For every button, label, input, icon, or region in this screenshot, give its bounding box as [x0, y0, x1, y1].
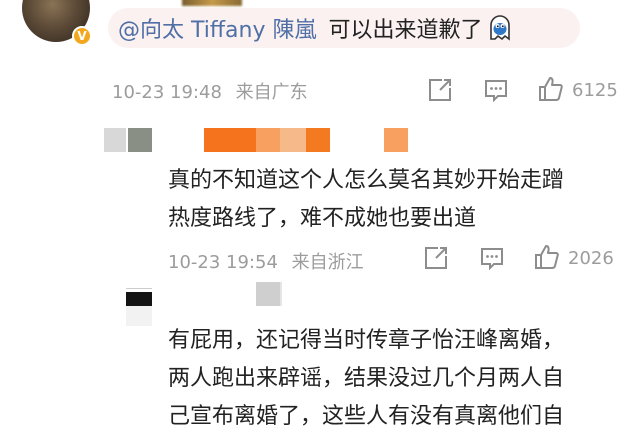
pixelated-username — [256, 128, 280, 152]
share-icon[interactable] — [424, 246, 450, 272]
verified-badge-icon: V — [72, 26, 92, 46]
comment-icon[interactable] — [480, 246, 506, 272]
pixelated-username — [280, 282, 282, 306]
comment-body: 有屁用，还记得当时传章子怡汪峰离婚， 两人跑出来辟谣，结果没过几个月两人自 己宣… — [168, 322, 628, 436]
pixelated-username — [182, 0, 242, 6]
timestamp: 10-23 19:48 — [112, 82, 222, 103]
comment-text: 可以出来道歉了 — [328, 18, 483, 43]
pixelated-username — [280, 128, 306, 152]
pixelated-avatar — [126, 292, 152, 306]
pixelated-username — [256, 282, 280, 306]
comment-line: 有屁用，还记得当时传章子怡汪峰离婚， — [168, 328, 565, 353]
pixelated-avatar — [104, 128, 126, 152]
comment-line: 己宣布离婚了，这些人有没有真离他们自 — [168, 404, 565, 429]
mention-link[interactable]: @向太 Tiffany 陳嵐 — [118, 12, 316, 44]
comment-line: 热度路线了，难不成她也要出道 — [168, 206, 477, 231]
location: 来自广东 — [235, 82, 308, 103]
thumbs-up-icon[interactable] — [538, 76, 564, 102]
comment-body: 真的不知道这个人怎么莫名其妙开始走蹭 热度路线了，难不成她也要出道 — [168, 162, 618, 238]
comment-line: 两人跑出来辟谣，结果没过几个月两人自 — [168, 366, 565, 391]
reply-bubble[interactable]: @向太 Tiffany 陳嵐 可以出来道歉了 — [108, 8, 580, 48]
pixelated-username — [306, 128, 330, 152]
pixelated-username — [384, 128, 408, 152]
timestamp: 10-23 19:54 — [168, 252, 278, 273]
thumbs-up-icon[interactable] — [534, 244, 560, 270]
pixelated-avatar — [126, 306, 152, 326]
like-count: 6125 — [572, 80, 618, 101]
location: 来自浙江 — [291, 252, 364, 273]
like-count: 2026 — [568, 248, 614, 269]
ghost-emoji-icon — [488, 15, 512, 41]
comment-icon[interactable] — [484, 78, 510, 104]
comment-meta: 10-23 19:48 来自广东 — [112, 78, 308, 104]
share-icon[interactable] — [428, 78, 454, 104]
pixelated-avatar — [128, 128, 152, 152]
pixelated-username — [204, 128, 256, 152]
comment-line: 真的不知道这个人怎么莫名其妙开始走蹭 — [168, 168, 565, 193]
comment-meta: 10-23 19:54 来自浙江 — [168, 248, 364, 274]
